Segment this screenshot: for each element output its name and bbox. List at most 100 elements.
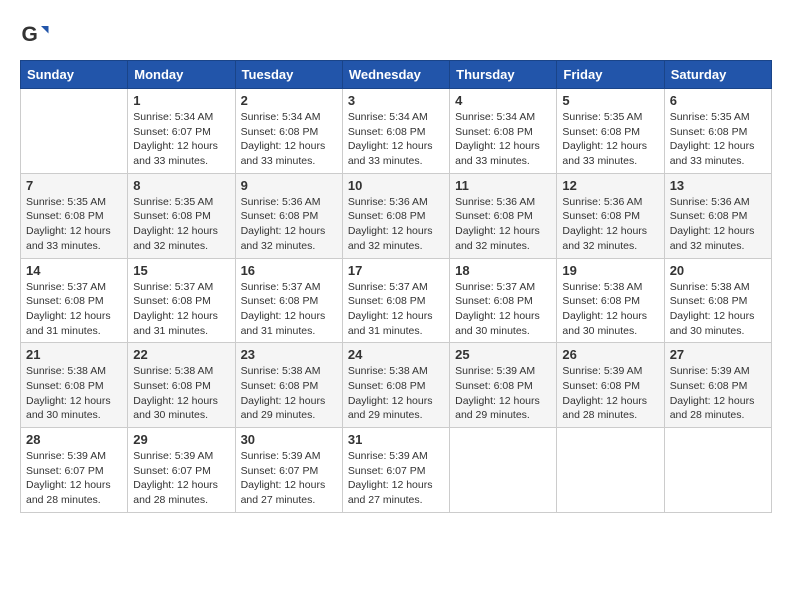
day-number: 16 <box>241 263 337 278</box>
day-number: 29 <box>133 432 229 447</box>
calendar-cell: 13Sunrise: 5:36 AM Sunset: 6:08 PM Dayli… <box>664 173 771 258</box>
calendar-cell: 6Sunrise: 5:35 AM Sunset: 6:08 PM Daylig… <box>664 89 771 174</box>
column-header-monday: Monday <box>128 61 235 89</box>
day-detail: Sunrise: 5:39 AM Sunset: 6:07 PM Dayligh… <box>241 449 337 508</box>
calendar-cell <box>450 428 557 513</box>
day-detail: Sunrise: 5:35 AM Sunset: 6:08 PM Dayligh… <box>562 110 658 169</box>
day-number: 25 <box>455 347 551 362</box>
day-detail: Sunrise: 5:39 AM Sunset: 6:08 PM Dayligh… <box>455 364 551 423</box>
day-number: 17 <box>348 263 444 278</box>
calendar-cell: 9 Sunrise: 5:36 AM Sunset: 6:08 PM Daylig… <box>235 173 342 258</box>
calendar-cell: 18 Sunrise: 5:37 AM Sunset: 6:08 PM Dayli… <box>450 258 557 343</box>
day-number: 3 <box>348 93 444 108</box>
day-number: 20 <box>670 263 766 278</box>
day-number: 9 <box>241 178 337 193</box>
calendar-cell: 19Sunrise: 5:38 AM Sunset: 6:08 PM Dayli… <box>557 258 664 343</box>
day-detail: Sunrise: 5:37 AM Sunset: 6:08 PM Dayligh… <box>455 280 551 339</box>
day-number: 18 <box>455 263 551 278</box>
day-detail: Sunrise: 5:35 AM Sunset: 6:08 PM Dayligh… <box>26 195 122 254</box>
day-number: 6 <box>670 93 766 108</box>
calendar-header-row: SundayMondayTuesdayWednesdayThursdayFrid… <box>21 61 772 89</box>
calendar-cell: 11 Sunrise: 5:36 AM Sunset: 6:08 PM Dayli… <box>450 173 557 258</box>
day-detail: Sunrise: 5:39 AM Sunset: 6:07 PM Dayligh… <box>348 449 444 508</box>
calendar-cell: 3 Sunrise: 5:34 AM Sunset: 6:08 PM Daylig… <box>342 89 449 174</box>
calendar-cell: 27 Sunrise: 5:39 AM Sunset: 6:08 PM Dayli… <box>664 343 771 428</box>
day-detail: Sunrise: 5:37 AM Sunset: 6:08 PM Dayligh… <box>26 280 122 339</box>
calendar-cell: 7 Sunrise: 5:35 AM Sunset: 6:08 PM Daylig… <box>21 173 128 258</box>
calendar-cell: 4 Sunrise: 5:34 AM Sunset: 6:08 PM Daylig… <box>450 89 557 174</box>
calendar-cell: 29 Sunrise: 5:39 AM Sunset: 6:07 PM Dayli… <box>128 428 235 513</box>
calendar-cell: 23 Sunrise: 5:38 AM Sunset: 6:08 PM Dayli… <box>235 343 342 428</box>
day-number: 10 <box>348 178 444 193</box>
calendar-cell: 1 Sunrise: 5:34 AM Sunset: 6:07 PM Daylig… <box>128 89 235 174</box>
svg-text:G: G <box>22 23 38 46</box>
day-detail: Sunrise: 5:34 AM Sunset: 6:08 PM Dayligh… <box>455 110 551 169</box>
day-detail: Sunrise: 5:37 AM Sunset: 6:08 PM Dayligh… <box>348 280 444 339</box>
column-header-saturday: Saturday <box>664 61 771 89</box>
calendar-cell: 17 Sunrise: 5:37 AM Sunset: 6:08 PM Dayli… <box>342 258 449 343</box>
calendar-week-row: 14 Sunrise: 5:37 AM Sunset: 6:08 PM Dayli… <box>21 258 772 343</box>
day-detail: Sunrise: 5:38 AM Sunset: 6:08 PM Dayligh… <box>26 364 122 423</box>
calendar-cell: 8 Sunrise: 5:35 AM Sunset: 6:08 PM Daylig… <box>128 173 235 258</box>
day-number: 23 <box>241 347 337 362</box>
day-detail: Sunrise: 5:35 AM Sunset: 6:08 PM Dayligh… <box>133 195 229 254</box>
day-number: 22 <box>133 347 229 362</box>
calendar-cell: 16 Sunrise: 5:37 AM Sunset: 6:08 PM Dayli… <box>235 258 342 343</box>
calendar-cell: 25 Sunrise: 5:39 AM Sunset: 6:08 PM Dayli… <box>450 343 557 428</box>
day-number: 24 <box>348 347 444 362</box>
column-header-sunday: Sunday <box>21 61 128 89</box>
day-detail: Sunrise: 5:38 AM Sunset: 6:08 PM Dayligh… <box>241 364 337 423</box>
day-number: 12 <box>562 178 658 193</box>
day-number: 4 <box>455 93 551 108</box>
day-number: 26 <box>562 347 658 362</box>
calendar-cell: 14 Sunrise: 5:37 AM Sunset: 6:08 PM Dayli… <box>21 258 128 343</box>
day-number: 28 <box>26 432 122 447</box>
day-number: 8 <box>133 178 229 193</box>
day-detail: Sunrise: 5:37 AM Sunset: 6:08 PM Dayligh… <box>133 280 229 339</box>
day-number: 27 <box>670 347 766 362</box>
day-number: 1 <box>133 93 229 108</box>
day-detail: Sunrise: 5:38 AM Sunset: 6:08 PM Dayligh… <box>348 364 444 423</box>
day-detail: Sunrise: 5:39 AM Sunset: 6:07 PM Dayligh… <box>133 449 229 508</box>
calendar-week-row: 7 Sunrise: 5:35 AM Sunset: 6:08 PM Daylig… <box>21 173 772 258</box>
day-detail: Sunrise: 5:39 AM Sunset: 6:07 PM Dayligh… <box>26 449 122 508</box>
calendar-cell: 22 Sunrise: 5:38 AM Sunset: 6:08 PM Dayli… <box>128 343 235 428</box>
calendar-cell: 26Sunrise: 5:39 AM Sunset: 6:08 PM Dayli… <box>557 343 664 428</box>
calendar-cell: 30 Sunrise: 5:39 AM Sunset: 6:07 PM Dayli… <box>235 428 342 513</box>
day-detail: Sunrise: 5:39 AM Sunset: 6:08 PM Dayligh… <box>670 364 766 423</box>
calendar-cell <box>664 428 771 513</box>
day-number: 5 <box>562 93 658 108</box>
day-number: 31 <box>348 432 444 447</box>
day-number: 19 <box>562 263 658 278</box>
day-detail: Sunrise: 5:36 AM Sunset: 6:08 PM Dayligh… <box>670 195 766 254</box>
day-detail: Sunrise: 5:36 AM Sunset: 6:08 PM Dayligh… <box>562 195 658 254</box>
calendar-cell: 12 Sunrise: 5:36 AM Sunset: 6:08 PM Dayli… <box>557 173 664 258</box>
day-number: 30 <box>241 432 337 447</box>
column-header-wednesday: Wednesday <box>342 61 449 89</box>
logo: G <box>20 20 54 50</box>
calendar-week-row: 21Sunrise: 5:38 AM Sunset: 6:08 PM Dayli… <box>21 343 772 428</box>
day-detail: Sunrise: 5:36 AM Sunset: 6:08 PM Dayligh… <box>241 195 337 254</box>
calendar-cell: 15Sunrise: 5:37 AM Sunset: 6:08 PM Dayli… <box>128 258 235 343</box>
column-header-friday: Friday <box>557 61 664 89</box>
day-detail: Sunrise: 5:37 AM Sunset: 6:08 PM Dayligh… <box>241 280 337 339</box>
calendar-week-row: 1 Sunrise: 5:34 AM Sunset: 6:07 PM Daylig… <box>21 89 772 174</box>
day-detail: Sunrise: 5:34 AM Sunset: 6:07 PM Dayligh… <box>133 110 229 169</box>
calendar-cell: 24 Sunrise: 5:38 AM Sunset: 6:08 PM Dayli… <box>342 343 449 428</box>
day-detail: Sunrise: 5:38 AM Sunset: 6:08 PM Dayligh… <box>670 280 766 339</box>
calendar-cell: 20 Sunrise: 5:38 AM Sunset: 6:08 PM Dayli… <box>664 258 771 343</box>
page-header: G <box>20 20 772 50</box>
day-number: 2 <box>241 93 337 108</box>
day-detail: Sunrise: 5:36 AM Sunset: 6:08 PM Dayligh… <box>455 195 551 254</box>
day-detail: Sunrise: 5:34 AM Sunset: 6:08 PM Dayligh… <box>241 110 337 169</box>
day-number: 14 <box>26 263 122 278</box>
logo-icon: G <box>20 20 50 50</box>
day-number: 11 <box>455 178 551 193</box>
day-detail: Sunrise: 5:34 AM Sunset: 6:08 PM Dayligh… <box>348 110 444 169</box>
calendar-cell: 31 Sunrise: 5:39 AM Sunset: 6:07 PM Dayli… <box>342 428 449 513</box>
calendar-cell: 21Sunrise: 5:38 AM Sunset: 6:08 PM Dayli… <box>21 343 128 428</box>
column-header-tuesday: Tuesday <box>235 61 342 89</box>
calendar-cell: 28 Sunrise: 5:39 AM Sunset: 6:07 PM Dayli… <box>21 428 128 513</box>
day-number: 7 <box>26 178 122 193</box>
day-detail: Sunrise: 5:38 AM Sunset: 6:08 PM Dayligh… <box>133 364 229 423</box>
